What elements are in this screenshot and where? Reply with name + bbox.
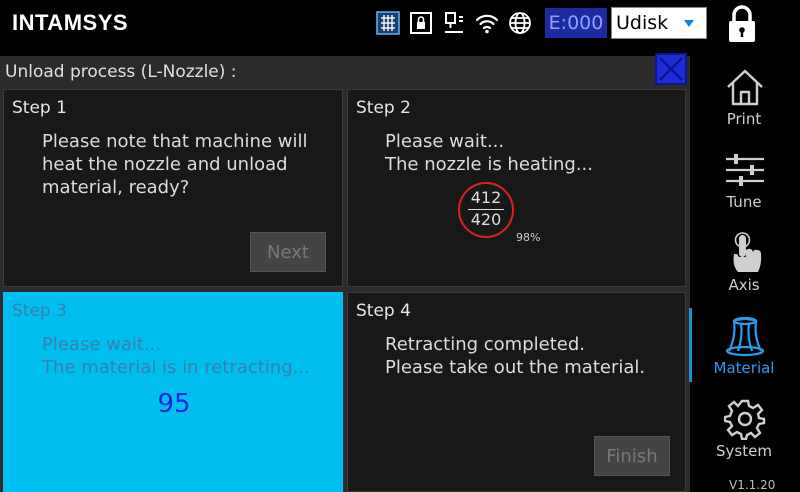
- step-3-card: Step 3 Please wait... The material is in…: [3, 292, 343, 492]
- home-icon: [724, 66, 766, 108]
- step-2-card: Step 2 Please wait... The nozzle is heat…: [347, 89, 686, 287]
- padlock-icon[interactable]: [724, 4, 760, 44]
- nav-item-tune[interactable]: Tune: [694, 145, 800, 225]
- brand-logo: INTAMSYS: [12, 10, 129, 35]
- hand-pointer-icon: [724, 232, 766, 274]
- error-counter: E:000: [545, 8, 607, 38]
- close-icon: [659, 57, 683, 81]
- globe-icon[interactable]: [508, 11, 532, 35]
- storage-select[interactable]: Udisk: [611, 7, 707, 39]
- panel-title: Unload process (L-Nozzle) :: [5, 62, 237, 82]
- ethernet-icon[interactable]: [442, 11, 466, 35]
- next-button[interactable]: Next: [250, 232, 326, 272]
- firmware-version: V1.1.20: [729, 478, 776, 492]
- current-temperature: 412: [470, 188, 502, 207]
- step-label: Step 3: [12, 301, 67, 321]
- step-3-message: Please wait... The material is in retrac…: [42, 334, 310, 378]
- nav-item-axis[interactable]: Axis: [694, 228, 800, 308]
- step-label: Step 1: [12, 98, 67, 118]
- active-indicator: [689, 308, 692, 382]
- nozzle-temp-gauge: 412 420: [458, 182, 514, 238]
- spool-icon: [724, 315, 766, 357]
- target-temperature: 420: [470, 210, 502, 229]
- card-lock-icon[interactable]: [409, 11, 433, 35]
- wifi-icon[interactable]: [475, 11, 499, 35]
- step-4-message: Retracting completed. Please take out th…: [385, 334, 646, 378]
- heating-percent: 98%: [516, 231, 541, 244]
- side-nav: Print Tune Axis Material System: [694, 56, 800, 492]
- chevron-down-icon: [684, 20, 694, 27]
- finish-button[interactable]: Finish: [594, 436, 670, 476]
- gear-icon: [723, 398, 766, 441]
- sliders-icon: [724, 149, 766, 191]
- step-label: Step 2: [356, 98, 411, 118]
- grid-icon[interactable]: [376, 11, 400, 35]
- top-status-bar: INTAMSYS E:000 Udisk: [0, 0, 800, 48]
- nav-item-material[interactable]: Material: [694, 311, 800, 391]
- step-label: Step 4: [356, 301, 411, 321]
- close-button[interactable]: [655, 53, 687, 85]
- step-1-card: Step 1 Please note that machine will hea…: [3, 89, 343, 287]
- step-2-message: Please wait... The nozzle is heating...: [385, 131, 593, 175]
- step-1-message: Please note that machine will heat the n…: [42, 131, 308, 198]
- retract-progress: 95: [157, 389, 191, 419]
- storage-select-value: Udisk: [616, 12, 669, 34]
- nav-item-system[interactable]: System: [694, 394, 800, 474]
- nav-item-print[interactable]: Print: [694, 62, 800, 142]
- step-4-card: Step 4 Retracting completed. Please take…: [347, 292, 686, 492]
